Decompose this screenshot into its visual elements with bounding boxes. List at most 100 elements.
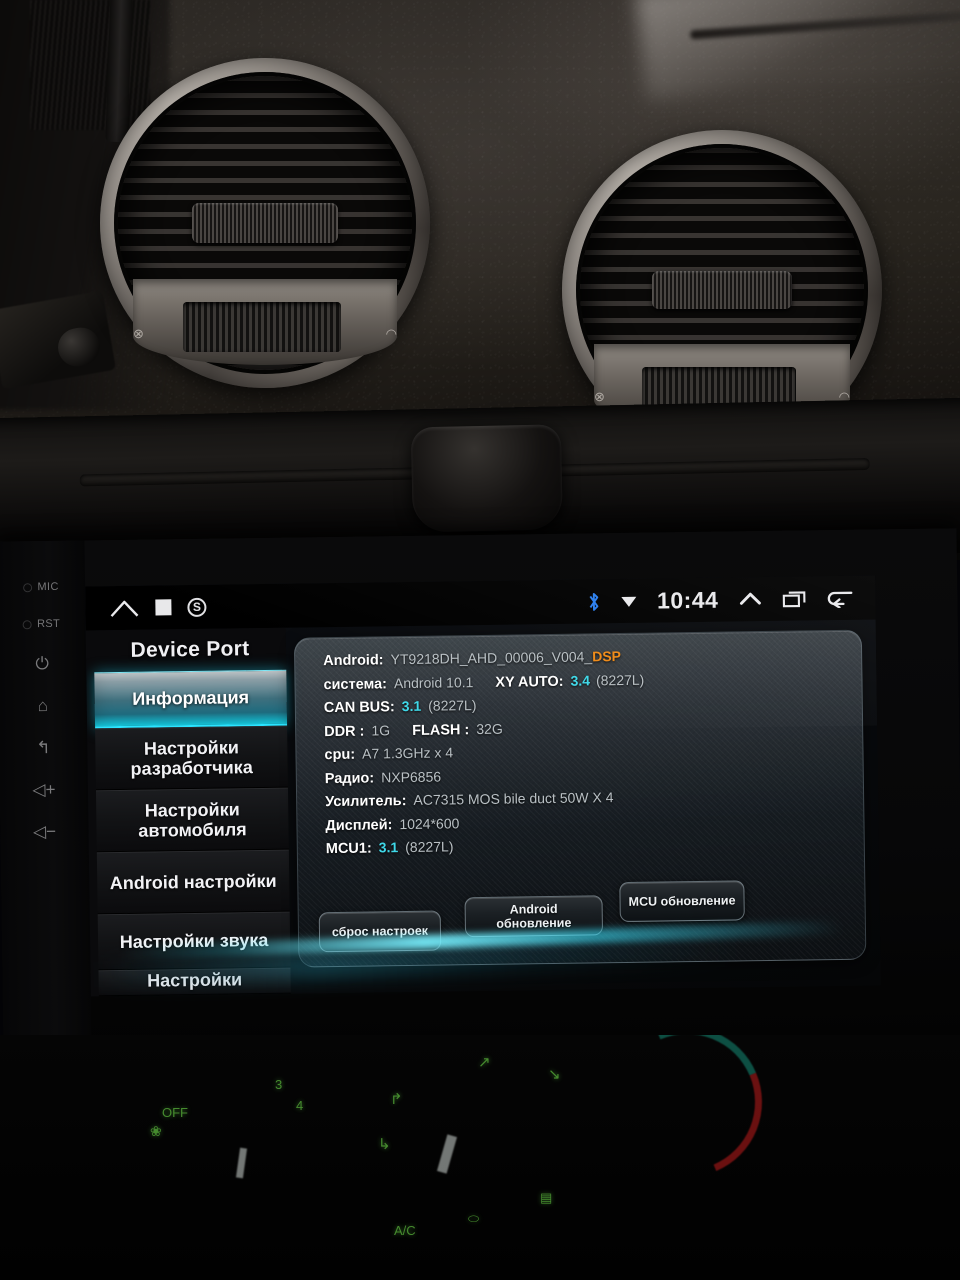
airflow-windshield-icon: ↘ bbox=[548, 1066, 561, 1083]
home-icon[interactable] bbox=[109, 598, 139, 618]
temperature-dial-arc[interactable] bbox=[589, 1035, 785, 1200]
vent-thumbwheel[interactable] bbox=[651, 270, 793, 310]
sidebar-item-sound-settings[interactable]: Настройки звука bbox=[97, 911, 291, 971]
info-row-mcu1: MCU1: 3.1 (8227L) bbox=[326, 833, 850, 857]
vent-close-icon: ⊗ bbox=[133, 325, 144, 341]
info-row-ddr-flash: DDR : 1G FLASH : 32G bbox=[324, 715, 848, 739]
info-value-xyauto: 3.4 bbox=[570, 671, 591, 689]
climate-label-4: 4 bbox=[296, 1098, 304, 1113]
climate-label-ac: A/C bbox=[394, 1223, 416, 1238]
sidebar-item-information[interactable]: Информация bbox=[94, 669, 288, 729]
sidebar-menu: Device Port Информация Настройки разрабо… bbox=[85, 627, 291, 997]
info-label-mcu1: MCU1: bbox=[325, 840, 372, 858]
info-extra-mcu1: (8227L) bbox=[405, 838, 454, 856]
info-value-cpu: A7 1.3GHz x 4 bbox=[361, 744, 454, 762]
android-update-button[interactable]: Android обновление bbox=[464, 895, 604, 938]
info-row-display: Дисплей: 1024*600 bbox=[325, 809, 849, 834]
sidebar-item-android-settings[interactable]: Android настройки bbox=[96, 849, 290, 915]
info-value-android-dsp: DSP bbox=[592, 648, 622, 665]
info-label-xyauto: XY AUTO: bbox=[495, 673, 564, 691]
info-label-ddr: DDR : bbox=[324, 723, 365, 740]
action-button-row: сброс настроек Android обновление MCU об… bbox=[316, 859, 851, 956]
rear-defogger-icon: ▤ bbox=[540, 1190, 553, 1205]
bezel-button-column: MIC RST ⏻ ⌂ ↰ ◁+ ◁− bbox=[0, 540, 92, 1052]
info-extra-xyauto: (8227L) bbox=[595, 671, 645, 688]
info-label-display: Дисплей: bbox=[325, 816, 393, 834]
info-row-list: Android: YT9218DH_AHD_00006_V004_ DSP сис… bbox=[323, 645, 850, 864]
info-row-canbus: CAN BUS: 3.1 (8227L) bbox=[324, 692, 848, 716]
sidebar-item-developer-settings[interactable]: Настройки разработчика bbox=[95, 725, 288, 791]
recents-icon[interactable] bbox=[782, 589, 807, 608]
hazard-button[interactable] bbox=[410, 424, 563, 533]
mcu-update-button[interactable]: MCU обновление bbox=[619, 880, 745, 923]
airflow-face-icon: ↱ bbox=[390, 1091, 403, 1108]
home-icon[interactable]: ⌂ bbox=[38, 696, 49, 715]
page-title: Device Port bbox=[130, 637, 250, 662]
fan-knob-pointer[interactable] bbox=[235, 1147, 248, 1179]
status-bar-left: S bbox=[85, 597, 207, 619]
info-label-canbus: CAN BUS: bbox=[323, 699, 395, 717]
info-panel-wrapper: Android: YT9218DH_AHD_00006_V004_ DSP сис… bbox=[286, 619, 881, 993]
info-row-android: Android: YT9218DH_AHD_00006_V004_ DSP bbox=[323, 645, 847, 669]
vent-slider[interactable] bbox=[182, 302, 341, 352]
airflow-defrost-icon: ↗ bbox=[478, 1054, 491, 1071]
airflow-feet-icon: ↳ bbox=[378, 1136, 391, 1153]
bluetooth-icon bbox=[589, 592, 599, 611]
info-label-radio: Радио: bbox=[324, 769, 375, 787]
touchscreen[interactable]: S 10:44 Device Port Информация Настройки… bbox=[85, 575, 881, 997]
volume-down-icon[interactable]: ◁− bbox=[33, 822, 56, 841]
car-interior-photo: ⊗ ◠ ⊗ ◠ MIC RST ⏻ ⌂ ↰ ◁+ ◁− S 10:44 Devi… bbox=[0, 0, 960, 1280]
device-info-panel: Android: YT9218DH_AHD_00006_V004_ DSP сис… bbox=[293, 629, 867, 968]
power-icon[interactable]: ⏻ bbox=[35, 654, 49, 673]
head-unit: MIC RST ⏻ ⌂ ↰ ◁+ ◁− S 10:44 Device Port … bbox=[0, 528, 960, 1052]
back-icon[interactable] bbox=[827, 588, 853, 608]
info-value-android: YT9218DH_AHD_00006_V004_ bbox=[390, 648, 593, 668]
reset-settings-button[interactable]: сброс настроек bbox=[318, 910, 442, 953]
vent-close-icon: ⊗ bbox=[594, 389, 605, 405]
info-value-amplifier: AC7315 MOS bile duct 50W X 4 bbox=[413, 789, 614, 808]
volume-up-icon[interactable]: ◁+ bbox=[32, 780, 55, 799]
stop-square-icon[interactable] bbox=[155, 599, 172, 616]
info-extra-canbus: (8227L) bbox=[428, 697, 477, 714]
info-value-mcu1: 3.1 bbox=[378, 839, 399, 856]
bezel-mic: MIC bbox=[23, 581, 59, 593]
fan-icon: ❀ bbox=[150, 1123, 162, 1139]
info-label-android: Android: bbox=[323, 652, 384, 670]
info-label-amplifier: Усилитель: bbox=[325, 793, 407, 811]
info-row-system: система: Android 10.1 XY AUTO: 3.4 (8227… bbox=[323, 668, 847, 692]
bezel-label-rst: RST bbox=[36, 617, 61, 631]
info-value-flash: 32G bbox=[476, 720, 503, 737]
sidebar-item-car-settings[interactable]: Настройки автомобиля bbox=[95, 787, 289, 853]
info-row-amplifier: Усилитель: AC7315 MOS bile duct 50W X 4 bbox=[325, 786, 849, 810]
bezel-label-mic: MIC bbox=[37, 580, 59, 594]
air-vent-left[interactable]: ⊗ ◠ bbox=[100, 58, 430, 388]
climate-console: OFF 3 4 A/C ❀ ↱ ↳ ↗ ↘ ⬭ ▤ bbox=[0, 1035, 960, 1280]
info-value-radio: NXP6856 bbox=[381, 768, 442, 785]
recirculation-icon: ⬭ bbox=[468, 1211, 480, 1226]
info-value-display: 1024*600 bbox=[399, 814, 460, 832]
info-label-flash: FLASH : bbox=[412, 721, 470, 739]
shazam-icon[interactable]: S bbox=[187, 597, 207, 617]
mic-hole-icon bbox=[23, 582, 33, 592]
back-icon[interactable]: ↰ bbox=[36, 738, 51, 757]
info-value-system: Android 10.1 bbox=[393, 673, 474, 691]
info-value-canbus: 3.1 bbox=[401, 697, 422, 715]
info-row-cpu: cpu: A7 1.3GHz x 4 bbox=[324, 739, 848, 763]
reset-hole-icon bbox=[22, 619, 33, 629]
wifi-icon bbox=[620, 596, 636, 607]
vent-open-icon: ◠ bbox=[385, 325, 397, 341]
mode-knob-pointer[interactable] bbox=[436, 1134, 458, 1174]
speaker-grille bbox=[30, 0, 150, 130]
info-label-cpu: cpu: bbox=[324, 746, 356, 764]
status-bar-right: 10:44 bbox=[587, 584, 876, 615]
climate-label-3: 3 bbox=[275, 1077, 283, 1092]
info-label-system: система: bbox=[323, 675, 388, 693]
dashboard: ⊗ ◠ ⊗ ◠ bbox=[0, 0, 960, 560]
sidebar-item-settings-partial[interactable]: Настройки bbox=[98, 967, 291, 997]
bezel-reset[interactable]: RST bbox=[22, 617, 61, 631]
vent-thumbwheel[interactable] bbox=[192, 203, 338, 243]
chevron-up-icon[interactable] bbox=[738, 590, 762, 609]
info-value-ddr: 1G bbox=[371, 721, 391, 739]
status-clock: 10:44 bbox=[656, 586, 719, 614]
climate-label-off: OFF bbox=[162, 1105, 188, 1120]
